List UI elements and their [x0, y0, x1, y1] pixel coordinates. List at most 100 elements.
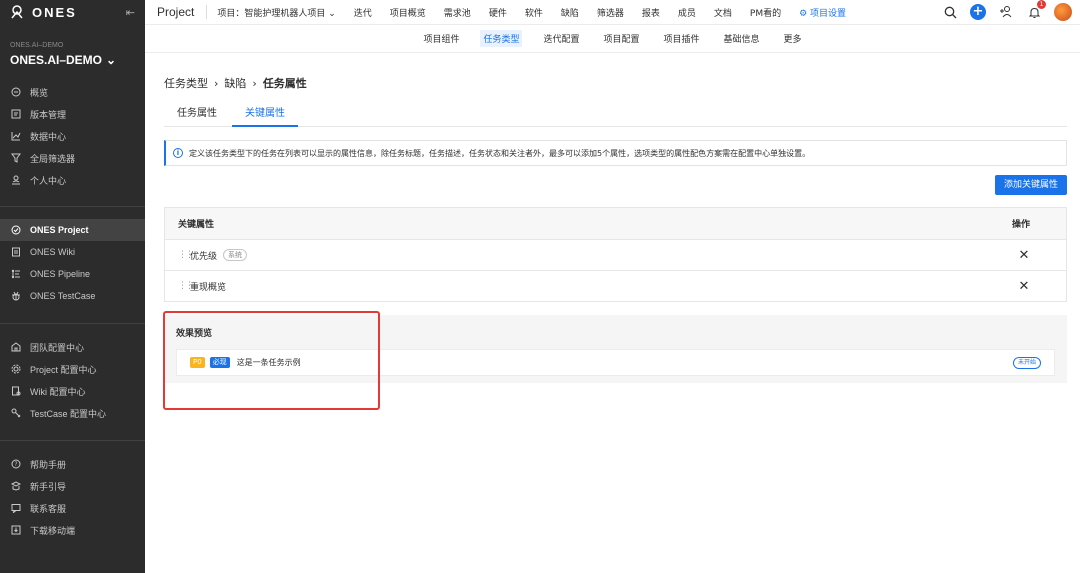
nav-item-testcase-config[interactable]: TestCase 配置中心	[0, 402, 145, 424]
top-nav-report[interactable]: 报表	[642, 6, 660, 19]
nav-item-label: 全局筛选器	[30, 153, 76, 164]
top-divider	[206, 5, 208, 19]
nav-item-guide[interactable]: 新手引导	[0, 475, 145, 497]
nav-item-download-mobile[interactable]: 下载移动端	[0, 519, 145, 541]
check-circle-icon	[10, 224, 22, 236]
nav-item-help[interactable]: ? 帮助手册	[0, 453, 145, 475]
svg-text:?: ?	[14, 461, 17, 468]
top-nav-defect[interactable]: 缺陷	[561, 6, 579, 19]
status-badge: 未开始	[1012, 356, 1041, 369]
attribute-name: 优先级	[190, 251, 218, 262]
nav-item-version[interactable]: 版本管理	[0, 103, 145, 125]
collapse-sidebar-icon[interactable]: ⇤	[126, 6, 135, 19]
chart-icon	[10, 130, 22, 142]
top-actions: + 1	[942, 0, 1072, 21]
table-header: 关键属性 操作	[165, 208, 1066, 239]
subnav-plugins[interactable]: 项目插件	[661, 30, 703, 47]
breadcrumb-defect[interactable]: 缺陷	[224, 75, 246, 91]
nav-item-overview[interactable]: 概览	[0, 81, 145, 103]
nav-item-global-filter[interactable]: 全局筛选器	[0, 147, 145, 169]
subnav-basic-info[interactable]: 基础信息	[721, 30, 763, 47]
nav-item-ones-wiki[interactable]: ONES Wiki	[0, 241, 145, 263]
tab-key-attributes[interactable]: 关键属性	[232, 103, 298, 127]
nav-item-label: 团队配置中心	[30, 342, 85, 353]
nav-item-project-config[interactable]: Project 配置中心	[0, 358, 145, 380]
nav-item-data-center[interactable]: 数据中心	[0, 125, 145, 147]
product-nav: ONES Project ONES Wiki ONES Pipeline ONE…	[0, 219, 145, 307]
project-selector[interactable]: 项目：智能护理机器人项目 ⌄	[217, 6, 335, 19]
subnav-project-config[interactable]: 项目配置	[600, 30, 642, 47]
org-switcher[interactable]: ONES.AI–DEMO ⌄	[0, 53, 145, 67]
nav-item-ones-pipeline[interactable]: ONES Pipeline	[0, 263, 145, 285]
help-nav: ? 帮助手册 新手引导 联系客服 下载移动端	[0, 453, 145, 541]
attribute-cell: ⋮⋮ 重现概览	[178, 280, 1018, 293]
add-member-icon[interactable]	[998, 4, 1014, 20]
config-nav: 团队配置中心 Project 配置中心 Wiki 配置中心 TestCase 配…	[0, 336, 145, 424]
tab-task-attributes[interactable]: 任务属性	[164, 103, 230, 127]
column-header-attribute: 关键属性	[178, 220, 215, 230]
subnav-components[interactable]: 项目组件	[420, 30, 462, 47]
nav-item-contact[interactable]: 联系客服	[0, 497, 145, 519]
top-nav-members[interactable]: 成员	[678, 6, 696, 19]
top-nav-overview[interactable]: 项目概览	[390, 6, 426, 19]
top-nav-pm-view[interactable]: PM看的	[750, 6, 781, 19]
guide-icon	[10, 480, 22, 492]
info-icon: i	[173, 148, 183, 158]
compass-icon	[10, 86, 22, 98]
create-button[interactable]: +	[970, 4, 986, 20]
drag-handle-icon[interactable]: ⋮⋮	[178, 250, 194, 260]
wiki-icon	[10, 246, 22, 258]
nav-item-label: ONES Pipeline	[30, 269, 91, 279]
top-nav-software[interactable]: 软件	[525, 6, 543, 19]
delete-icon[interactable]: ✕	[1018, 248, 1030, 263]
top-nav-project-settings[interactable]: ⚙ 项目设置	[799, 6, 846, 19]
nav-item-personal[interactable]: 个人中心	[0, 169, 145, 191]
breadcrumb-separator-icon: ›	[214, 76, 219, 90]
version-icon	[10, 108, 22, 120]
user-icon	[10, 174, 22, 186]
top-nav-hardware[interactable]: 硬件	[489, 6, 507, 19]
nav-item-label: 个人中心	[30, 175, 67, 186]
column-header-operation: 操作	[1011, 220, 1030, 230]
pipeline-icon	[10, 268, 22, 280]
filter-icon	[10, 152, 22, 164]
nav-item-wiki-config[interactable]: Wiki 配置中心	[0, 380, 145, 402]
drag-handle-icon[interactable]: ⋮⋮	[178, 281, 194, 291]
avatar[interactable]	[1054, 3, 1072, 21]
nav-item-label: 数据中心	[30, 131, 67, 142]
table-row: ⋮⋮ 优先级 系统 ✕	[165, 239, 1066, 270]
ones-logo-icon	[10, 5, 24, 19]
breadcrumb-task-types[interactable]: 任务类型	[164, 75, 208, 91]
nav-item-label: Project 配置中心	[30, 364, 97, 375]
info-banner: i 定义该任务类型下的任务在列表可以显示的属性信息，除任务标题，任务描述，任务状…	[164, 140, 1067, 166]
bell-icon[interactable]: 1	[1026, 0, 1046, 20]
search-icon[interactable]	[942, 4, 958, 20]
testcase-config-icon	[10, 407, 22, 419]
top-nav-docs[interactable]: 文档	[714, 6, 732, 19]
highlight-annotation-box	[163, 311, 380, 410]
delete-icon[interactable]: ✕	[1018, 279, 1030, 294]
add-key-attribute-button[interactable]: 添加关键属性	[994, 175, 1067, 195]
top-nav-iteration[interactable]: 迭代	[354, 6, 372, 19]
page-title: 任务属性	[262, 77, 307, 90]
nav-item-ones-project[interactable]: ONES Project	[0, 219, 145, 241]
main-nav: 概览 版本管理 数据中心 全局筛选器 个人中心	[0, 81, 145, 191]
nav-item-label: ONES Project	[30, 225, 89, 235]
attribute-name: 重现概览	[190, 282, 227, 293]
subnav-task-types[interactable]: 任务类型	[480, 30, 523, 47]
notification-badge: 1	[1037, 0, 1046, 9]
top-nav-backlog[interactable]: 需求池	[444, 6, 471, 19]
nav-item-label: Wiki 配置中心	[30, 386, 86, 397]
attribute-tabs: 任务属性 关键属性	[164, 103, 1067, 127]
nav-item-team-config[interactable]: 团队配置中心	[0, 336, 145, 358]
bug-icon	[10, 290, 22, 302]
app-title: Project	[157, 5, 195, 19]
logo-text: ONES	[32, 4, 77, 20]
sidebar-divider	[0, 323, 145, 324]
nav-item-label: 下载移动端	[30, 525, 76, 536]
top-nav-filter[interactable]: 筛选器	[597, 6, 624, 19]
subnav-iteration-config[interactable]: 迭代配置	[540, 30, 582, 47]
logo-row: ONES ⇤	[0, 0, 145, 24]
nav-item-ones-testcase[interactable]: ONES TestCase	[0, 285, 145, 307]
subnav-more[interactable]: 更多	[781, 30, 805, 47]
